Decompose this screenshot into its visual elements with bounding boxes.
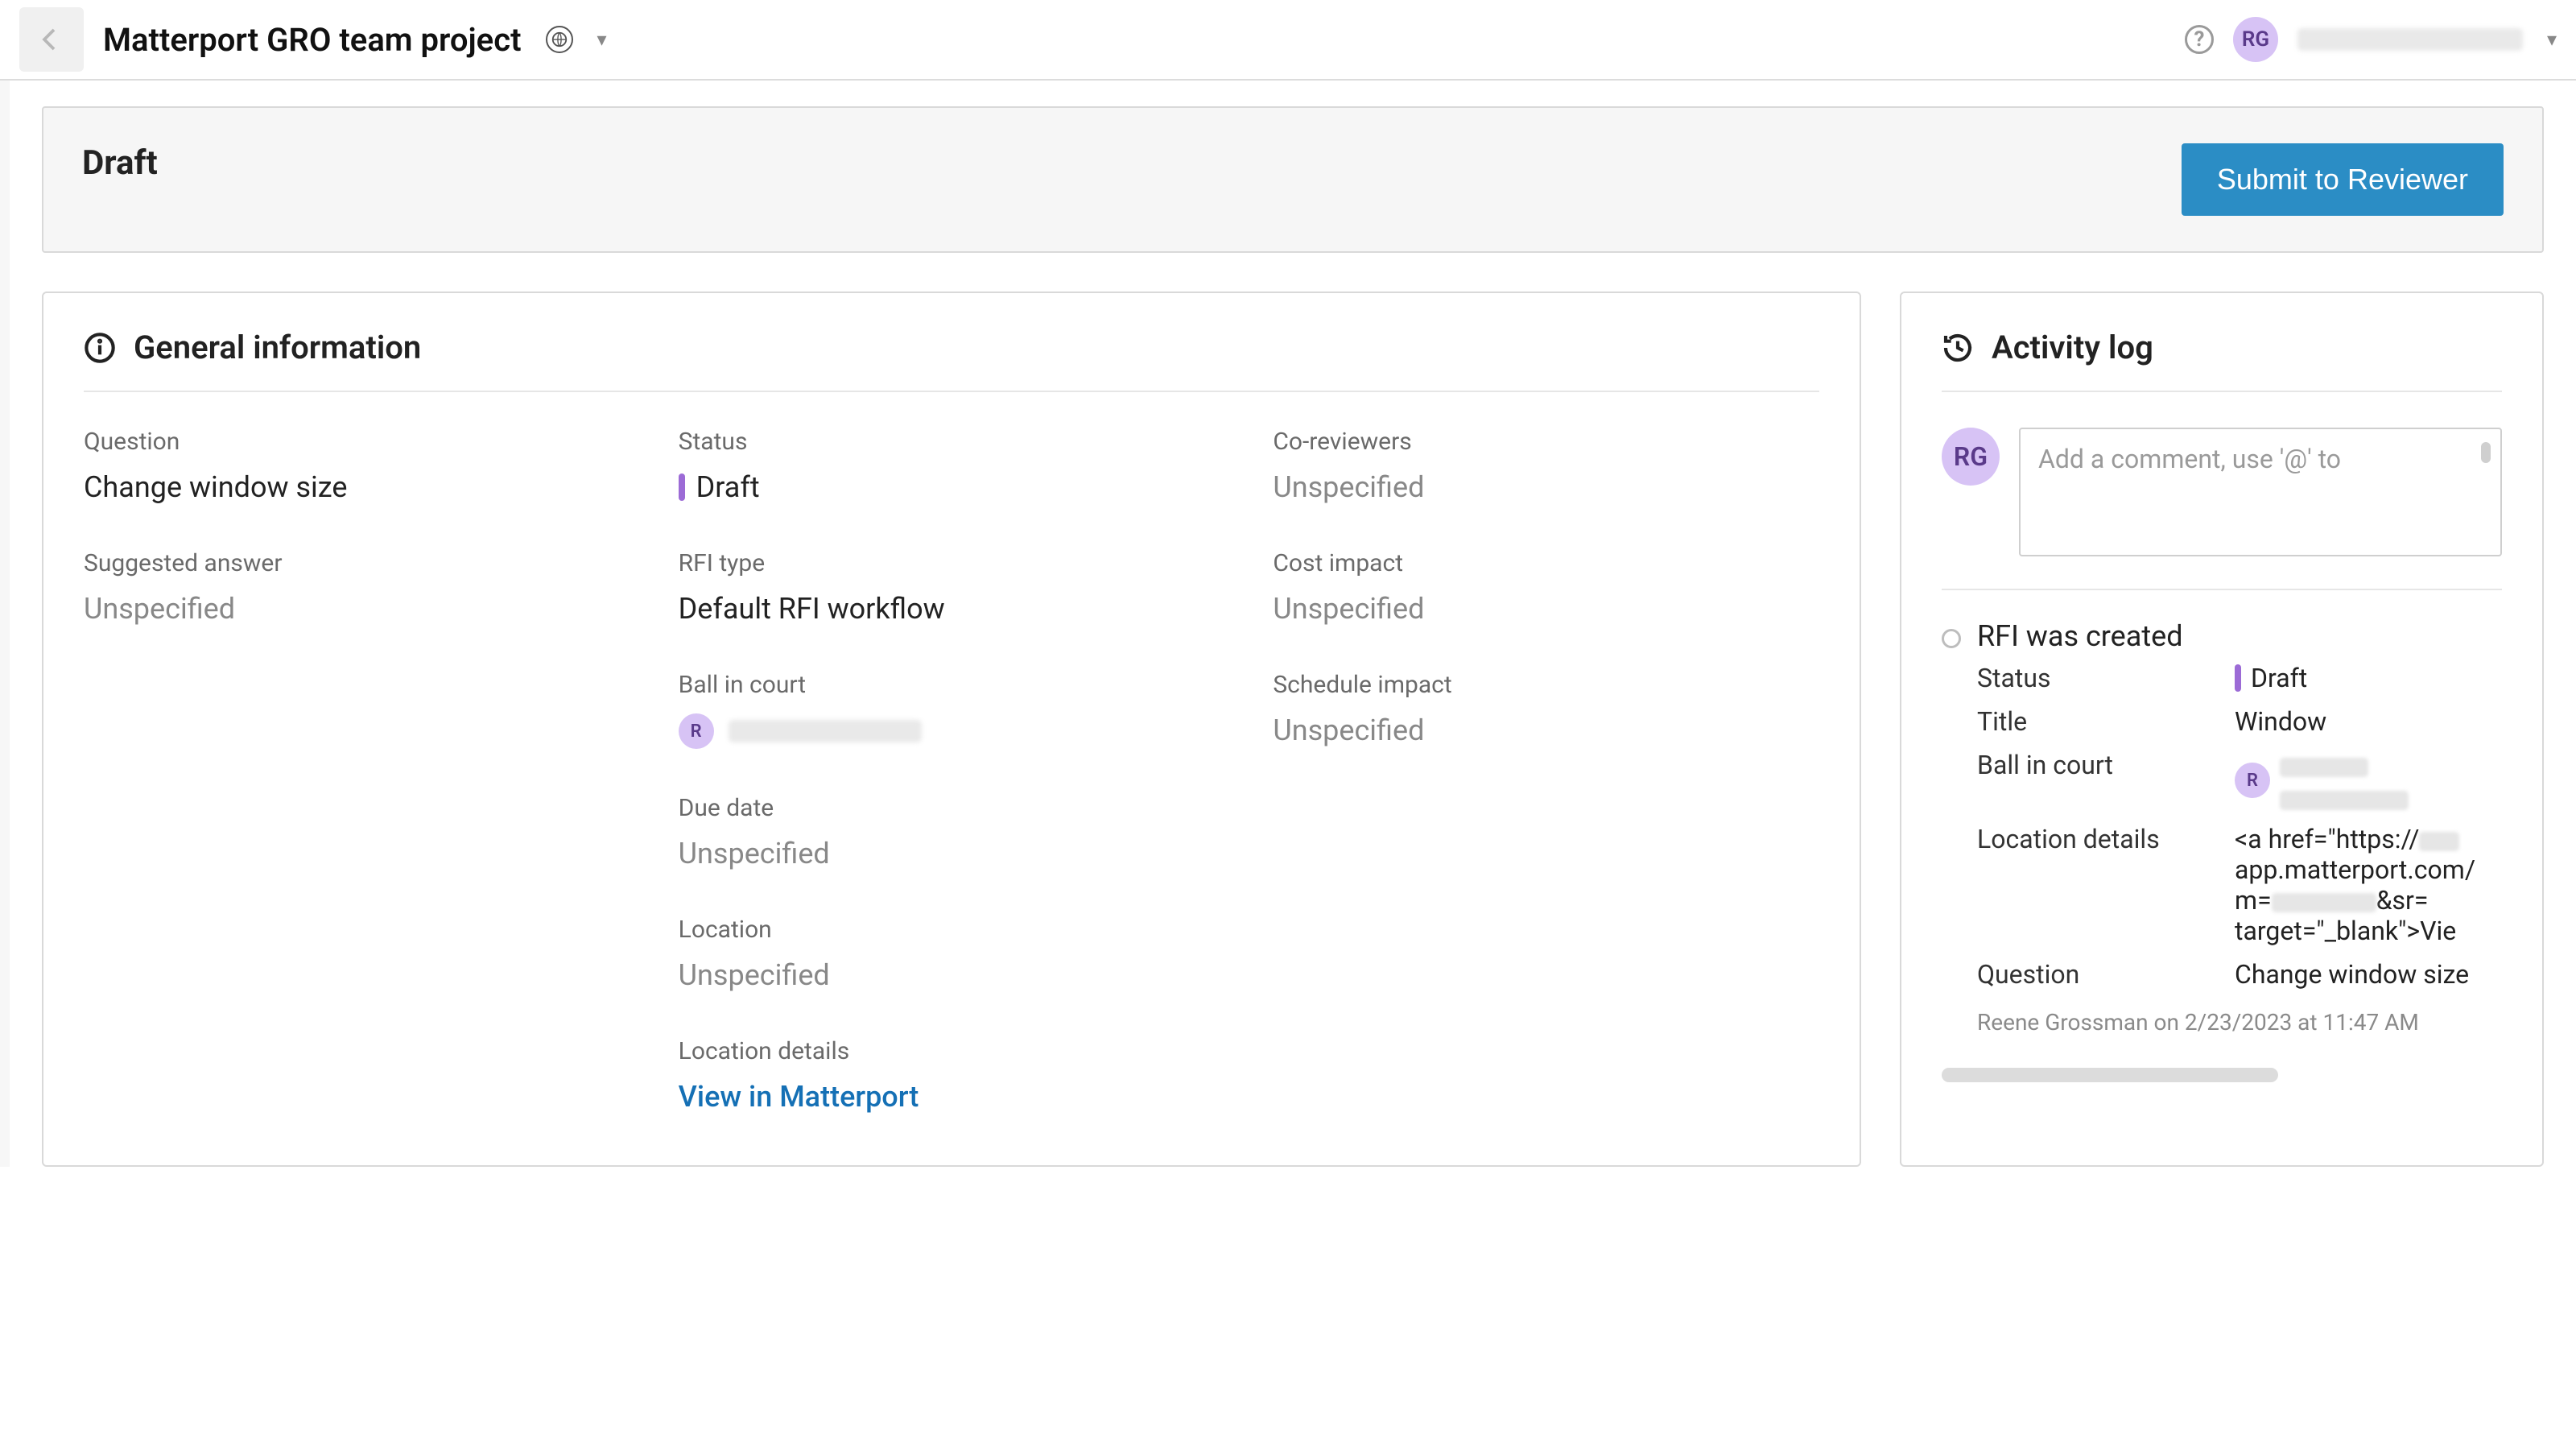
log-ball-name — [2280, 750, 2409, 811]
back-icon — [37, 25, 66, 54]
ball-avatar[interactable]: R — [679, 713, 714, 749]
log-title-value: Window — [2235, 706, 2502, 737]
ball-in-court-value: R — [679, 713, 1225, 749]
general-info-title: General information — [134, 329, 421, 366]
activity-divider — [1942, 589, 2502, 590]
back-button[interactable] — [19, 7, 84, 72]
due-date-value: Unspecified — [679, 837, 1225, 870]
log-ball-label: Ball in court — [1977, 750, 2219, 811]
log-entry: RFI was created Status Draft Title Windo… — [1942, 619, 2502, 1036]
rfi-type-label: RFI type — [679, 549, 1225, 577]
log-question-value: Change window size — [2235, 959, 2502, 990]
info-col-3: Co-reviewers Unspecified Cost impact Uns… — [1273, 428, 1819, 1130]
suggested-answer-value: Unspecified — [84, 592, 630, 626]
question-value: Change window size — [84, 470, 630, 504]
log-title-label: Title — [1977, 706, 2219, 737]
log-table: Status Draft Title Window Ball in court … — [1977, 663, 2502, 990]
log-locdetails-label: Location details — [1977, 824, 2219, 946]
ball-name-redacted — [729, 720, 922, 742]
cost-impact-value: Unspecified — [1273, 592, 1819, 626]
log-status-value: Draft — [2235, 663, 2502, 693]
activity-log-header: Activity log — [1942, 329, 2502, 392]
page-body: Draft Submit to Reviewer General informa… — [0, 81, 2576, 1167]
submit-button[interactable]: Submit to Reviewer — [2182, 143, 2504, 216]
user-menu-caret[interactable]: ▾ — [2547, 28, 2557, 51]
status-banner: Draft Submit to Reviewer — [42, 106, 2544, 253]
schedule-impact-label: Schedule impact — [1273, 671, 1819, 699]
log-entry-title: RFI was created — [1977, 619, 2502, 653]
project-dropdown-caret[interactable]: ▾ — [597, 28, 607, 51]
location-value: Unspecified — [679, 958, 1225, 992]
question-label: Question — [84, 428, 630, 456]
info-col-1: Question Change window size Suggested an… — [84, 428, 630, 1130]
info-grid: Question Change window size Suggested an… — [84, 428, 1819, 1130]
coreviewers-label: Co-reviewers — [1273, 428, 1819, 456]
suggested-answer-label: Suggested answer — [84, 549, 630, 577]
info-col-2: Status Draft RFI type Default RFI workfl… — [679, 428, 1225, 1130]
log-locdetails-value: <a href="https:// app.matterport.com/ m=… — [2235, 824, 2502, 946]
user-name-redacted — [2297, 28, 2523, 51]
activity-log-card: Activity log RG Add a comment, use '@' t… — [1900, 291, 2544, 1167]
project-title[interactable]: Matterport GRO team project — [103, 21, 522, 59]
due-date-label: Due date — [679, 794, 1225, 822]
location-details-label: Location details — [679, 1037, 1225, 1065]
help-icon[interactable]: ? — [2185, 25, 2214, 54]
cost-impact-label: Cost impact — [1273, 549, 1819, 577]
schedule-impact-value: Unspecified — [1273, 713, 1819, 747]
log-ball-value: R — [2235, 750, 2502, 811]
status-pip-icon — [2235, 664, 2241, 692]
general-info-card: General information Question Change wind… — [42, 291, 1861, 1167]
comment-row: RG Add a comment, use '@' to — [1942, 428, 2502, 556]
log-ball-avatar[interactable]: R — [2235, 763, 2270, 798]
content-columns: General information Question Change wind… — [42, 291, 2544, 1167]
location-label: Location — [679, 916, 1225, 944]
coreviewers-value: Unspecified — [1273, 470, 1819, 504]
rfi-type-value: Default RFI workflow — [679, 592, 1225, 626]
status-value: Draft — [679, 470, 1225, 504]
info-icon — [84, 332, 116, 364]
status-pip-icon — [679, 473, 685, 501]
horizontal-scrollbar[interactable] — [1942, 1068, 2278, 1082]
general-info-header: General information — [84, 329, 1819, 392]
log-question-label: Question — [1977, 959, 2219, 990]
status-banner-title: Draft — [82, 143, 158, 183]
log-meta: Reene Grossman on 2/23/2023 at 11:47 AM — [1977, 1009, 2502, 1036]
comment-avatar[interactable]: RG — [1942, 428, 2000, 486]
globe-icon[interactable] — [546, 26, 573, 53]
ball-in-court-label: Ball in court — [679, 671, 1225, 699]
user-avatar[interactable]: RG — [2233, 17, 2278, 62]
activity-log-title: Activity log — [1992, 329, 2153, 366]
view-in-matterport-link[interactable]: View in Matterport — [679, 1080, 1225, 1114]
comment-input[interactable]: Add a comment, use '@' to — [2019, 428, 2502, 556]
top-bar: Matterport GRO team project ▾ ? RG ▾ — [0, 0, 2576, 81]
status-label: Status — [679, 428, 1225, 456]
log-status-label: Status — [1977, 663, 2219, 693]
history-icon — [1942, 332, 1974, 364]
